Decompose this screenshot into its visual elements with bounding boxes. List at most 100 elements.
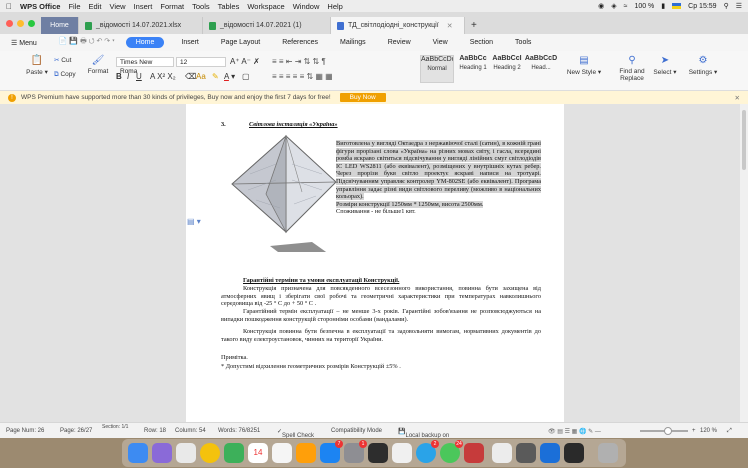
tab-document-2[interactable]: _відомості 14.07.2021 (1) [203, 17, 331, 34]
document-page[interactable]: 3. Світлова інсталяція «Україна» Виготов… [186, 104, 564, 422]
clear-format-icon[interactable]: ⌫ [185, 72, 196, 81]
cut-button[interactable]: ✂ Cut [54, 56, 80, 64]
menu-window[interactable]: Window [293, 2, 320, 11]
tab-document-3[interactable]: ТД_світлодіодні_конструкції ✕ [331, 17, 465, 34]
dropbox-icon[interactable]: ◈ [611, 2, 616, 10]
close-tab-icon[interactable]: ✕ [447, 22, 453, 30]
ribbon-tab-references[interactable]: References [271, 39, 329, 46]
zoom-level[interactable]: 120 % [700, 428, 717, 434]
format-painter-button[interactable]: 🖌 Format [84, 55, 112, 75]
menu-insert[interactable]: Insert [134, 2, 153, 11]
close-window-icon[interactable] [6, 20, 13, 27]
menu-format[interactable]: Format [160, 2, 184, 11]
font-size-select[interactable]: 12 [176, 57, 226, 67]
finder-icon[interactable] [128, 443, 148, 463]
apple-icon[interactable]:  [6, 2, 12, 11]
warranty-paragraph-1[interactable]: Конструкція призначена для повсякденного… [221, 285, 541, 308]
alignment-icons[interactable]: ≡ ≡ ≡ ≡ ≡ ⇅ ▦ ▦ [272, 72, 333, 81]
local-backup[interactable]: 💾 Local backup on [398, 428, 449, 439]
octahedron-image[interactable] [230, 134, 338, 252]
menu-file[interactable]: File [68, 2, 80, 11]
word-count[interactable]: Words: 76/8251 [218, 428, 260, 434]
clock[interactable]: Ср 15:59 [688, 3, 716, 10]
italic-icon[interactable]: I [127, 72, 129, 81]
app-store-icon[interactable]: 7 [320, 440, 343, 463]
wps-office-icon[interactable] [464, 443, 484, 463]
telegram-icon[interactable]: 2 [416, 440, 439, 463]
documents-icon[interactable] [492, 443, 512, 463]
battery-label[interactable]: 100 % [634, 3, 654, 10]
view-mode-icons[interactable]: 👁 ▤ ☰ ▦ 🌐 ✎ — [548, 428, 601, 435]
ukraine-flag-icon[interactable] [672, 3, 682, 9]
ribbon-tab-review[interactable]: Review [377, 39, 422, 46]
facetime-icon[interactable] [224, 443, 244, 463]
close-banner-icon[interactable]: ✕ [735, 94, 740, 102]
menu-edit[interactable]: Edit [89, 2, 102, 11]
ribbon-tab-section[interactable]: Section [459, 39, 504, 46]
photos-icon[interactable] [296, 443, 316, 463]
chrome-dock-icon[interactable] [200, 443, 220, 463]
scroll-thumb[interactable] [742, 110, 746, 170]
menu-button[interactable]: ☰ Menu [0, 39, 48, 47]
control-center-icon[interactable]: ☰ [736, 2, 742, 10]
menu-view[interactable]: View [109, 2, 125, 11]
style-heading-2[interactable]: AaBbCcI Heading 2 [490, 55, 524, 83]
new-style-button[interactable]: ▤ New Style ▾ [566, 55, 602, 76]
screenshot-icon[interactable] [564, 443, 584, 463]
battery-icon[interactable]: ▮ [661, 2, 665, 10]
minimize-window-icon[interactable] [17, 20, 24, 27]
zoom-window-icon[interactable] [28, 20, 35, 27]
page-num[interactable]: Page Num: 26 [6, 428, 44, 434]
warranty-paragraph-3[interactable]: Конструкція повинна бути безпечна в експ… [221, 328, 541, 343]
zoom-in-icon[interactable]: + [692, 428, 696, 434]
style-normal[interactable]: AaBbCcDd Normal [420, 55, 454, 83]
style-heading-3[interactable]: AaBbCcD Head... [524, 55, 558, 83]
menu-workspace[interactable]: Workspace [247, 2, 284, 11]
paste-button[interactable]: 📋 Paste ▾ [24, 55, 50, 76]
calendar-icon[interactable]: 14 [248, 443, 268, 463]
folder-icon[interactable] [540, 443, 560, 463]
activity-monitor-icon[interactable] [368, 443, 388, 463]
font-color-icon[interactable]: A ▾ [224, 72, 235, 81]
case-icon[interactable]: Aa [196, 72, 206, 81]
menu-tables[interactable]: Tables [218, 2, 240, 11]
ribbon-tab-home[interactable]: Home [125, 37, 165, 48]
highlight-icon[interactable]: ✎ [212, 72, 219, 81]
safari-icon[interactable] [176, 443, 196, 463]
search-icon[interactable]: ⚲ [724, 2, 729, 10]
style-heading-1[interactable]: AaBbCc Heading 1 [456, 55, 490, 83]
ribbon-tab-page-layout[interactable]: Page Layout [210, 39, 271, 46]
font-effects-icons[interactable]: A X² X₂ [150, 72, 176, 81]
vertical-scrollbar[interactable] [740, 104, 748, 422]
section-info[interactable]: Section: 1/1 [102, 424, 128, 430]
ribbon-tab-mailings[interactable]: Mailings [329, 39, 377, 46]
bold-icon[interactable]: B [116, 72, 122, 81]
tab-home[interactable]: Home [41, 17, 79, 34]
description-paragraph[interactable]: Виготовлена у вигляді Октаедра з нержаві… [336, 140, 541, 216]
whatsapp-icon[interactable]: 24 [440, 440, 463, 463]
system-preferences-icon[interactable]: 1 [344, 440, 367, 463]
list-icons[interactable]: ≡ ≡ ⇤ ⇥ ⇅ ⇅ ¶ [272, 57, 326, 66]
menu-help[interactable]: Help [327, 2, 342, 11]
ribbon-tab-view[interactable]: View [422, 39, 459, 46]
downloads-icon[interactable] [516, 443, 536, 463]
buy-now-button[interactable]: Buy Now [339, 93, 386, 102]
app-menu-name[interactable]: WPS Office [20, 2, 60, 11]
zoom-slider-handle[interactable] [664, 427, 672, 435]
font-name-select[interactable]: Times New Roma [116, 57, 174, 75]
ribbon-tab-tools[interactable]: Tools [504, 39, 542, 46]
spell-check[interactable]: ✓ Spell Check [277, 428, 314, 439]
copy-button[interactable]: ⧉ Copy [54, 71, 82, 79]
tab-document-1[interactable]: _відомості 14.07.2021.xlsx [79, 17, 203, 34]
ribbon-tab-insert[interactable]: Insert [170, 39, 210, 46]
document-canvas[interactable]: 3. Світлова інсталяція «Україна» Виготов… [0, 104, 740, 422]
menu-tools[interactable]: Tools [192, 2, 210, 11]
page-count[interactable]: Page: 26/27 [60, 428, 92, 434]
underline-icon[interactable]: U [136, 72, 142, 81]
siri-icon[interactable] [152, 443, 172, 463]
chrome-icon[interactable]: ◉ [598, 2, 604, 10]
settings-button[interactable]: ⚙ Settings ▾ [686, 55, 720, 76]
grow-shrink-font-icons[interactable]: A⁺ A⁻ ✗ [230, 57, 260, 66]
new-tab-button[interactable]: + [465, 17, 483, 34]
fullscreen-icon[interactable]: ⤢ [727, 428, 732, 435]
